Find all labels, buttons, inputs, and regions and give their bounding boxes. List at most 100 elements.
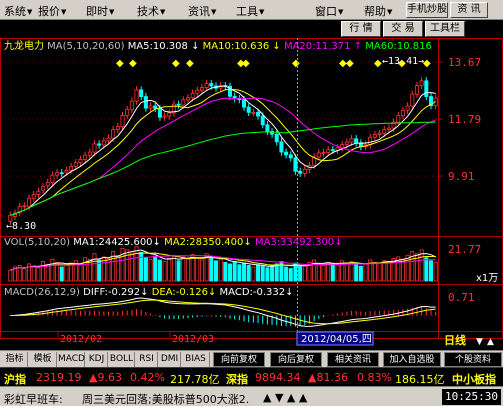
volume-bar [195, 257, 200, 282]
candle-body [349, 138, 354, 143]
volume-bar [92, 253, 97, 282]
candle-body [204, 83, 209, 88]
volume-bar [424, 257, 429, 282]
volume-bar [167, 258, 172, 282]
volume-bar [321, 265, 326, 282]
volume-bar [372, 261, 377, 282]
chevron-down-icon: ▼ [109, 8, 115, 16]
ma-prefix: MA(5,10,20,60) [44, 41, 128, 52]
mobile-trading-button[interactable]: 手机炒股 [406, 2, 448, 18]
min-price-label: ←8.30 [6, 221, 36, 232]
volume-bar [251, 266, 256, 282]
tab-dmi[interactable]: DMI [159, 352, 181, 367]
toolbar: 行 情 交 易 工具栏 [0, 20, 503, 38]
tab-macd[interactable]: MACD [58, 352, 85, 367]
backward-adjust-button[interactable]: 向后复权 [270, 352, 322, 367]
menu-item-3[interactable]: 技术▼ [137, 3, 165, 19]
candle-body [354, 138, 359, 144]
candle-body [209, 83, 214, 87]
menu-item-5[interactable]: 工具▼ [236, 3, 264, 19]
candle-body [87, 151, 92, 156]
news-label: 彩虹早班车: [4, 393, 63, 406]
event-marker-icon: ◆ [129, 58, 137, 69]
candle-body [284, 151, 289, 156]
news-headline[interactable]: 周三美元回落;美股标普500大涨2. [82, 391, 249, 406]
candle-body [302, 168, 307, 174]
volume-bar [8, 269, 13, 282]
ma60-value: MA60:10.816 [365, 41, 432, 52]
volume-bar [176, 260, 181, 282]
candle-body [185, 97, 190, 101]
volume-bar [228, 263, 233, 282]
chevron-down-icon: ▼ [387, 8, 393, 16]
stock-chart[interactable]: 13.67 11.79 9.91 ◆ ◆ ◆ ◆ ◆ ◆ ◆ ◆ ◆ ◆ ◆ ◆ ←13.41→ ←8.30 九龙… [0, 38, 503, 350]
volume-bar [382, 260, 387, 282]
chevron-down-icon: ▼ [27, 8, 33, 16]
candle-body [50, 174, 55, 183]
candle-body [111, 129, 116, 139]
volume-bar [143, 257, 148, 282]
volume-bar [22, 268, 27, 282]
add-watchlist-button[interactable]: 加入自选股 [383, 352, 441, 367]
candle-body [64, 169, 69, 173]
volume-bar [242, 262, 247, 282]
tab-template[interactable]: 模板 [29, 352, 57, 367]
ma5-value: MA5:10.308 [128, 41, 191, 52]
forward-adjust-button[interactable]: 向前复权 [213, 352, 265, 367]
macd-tick-label: 0.71 [448, 291, 475, 304]
related-info-button[interactable]: 相关资讯 [327, 352, 379, 367]
menu-item-6[interactable]: 窗口▼ [315, 3, 343, 19]
info-button[interactable]: 资 讯 [450, 2, 488, 18]
tab-rsi[interactable]: RSI [136, 352, 158, 367]
index-ticker[interactable]: 沪指 2319.19 ▲9.63 0.42% 217.78亿 深指 9894.3… [0, 367, 503, 386]
stock-name: 九龙电力 [4, 39, 44, 52]
quote-button[interactable]: 行 情 [341, 21, 381, 37]
candle-body [344, 141, 349, 145]
news-nav-icons[interactable]: ▲ ▼ ▲ ▲ [263, 391, 307, 404]
candle-body [115, 126, 120, 131]
candle-body [162, 115, 167, 118]
volume-bar [129, 252, 134, 282]
sz-index-percent: 0.83% [357, 371, 392, 384]
candle-body [419, 80, 424, 87]
menu-item-7[interactable]: 帮助▼ [364, 3, 392, 19]
menu-label: 报价 [38, 5, 60, 18]
tab-kdj[interactable]: KDJ [86, 352, 108, 367]
menu-item-1[interactable]: 报价▼ [38, 3, 66, 19]
volume-bar [78, 263, 83, 282]
trade-button[interactable]: 交 易 [383, 21, 423, 37]
stock-info-button[interactable]: 个股资料 [444, 352, 502, 367]
volume-bar [428, 260, 433, 282]
candle-body [31, 194, 36, 199]
menu-item-4[interactable]: 资讯▼ [188, 3, 216, 19]
menu-item-0[interactable]: 系统▼ [4, 3, 32, 19]
volume-bar [36, 267, 41, 282]
candle-body [97, 143, 102, 146]
volume-bar [115, 254, 120, 282]
candle-body [101, 140, 106, 146]
candle-body [316, 152, 321, 158]
macd-diff: DIFF:-0.292↓ [83, 287, 152, 298]
volume-bar [157, 259, 162, 282]
sh-index-change: ▲9.63 [89, 371, 122, 384]
candle-body [41, 186, 46, 191]
menu-item-2[interactable]: 即时▼ [86, 3, 114, 19]
max-price-label: ←13.41→ [382, 56, 424, 67]
chart-canvas[interactable]: 13.6711.799.91◆ ◆ ◆ ◆ ◆◆ ◆ ◆ ◆ ◆ ◆ ◆←13.41→←8.30九龙… [0, 38, 503, 350]
news-bar[interactable]: 彩虹早班车: 周三美元回落;美股标普500大涨2. ▲ ▼ ▲ ▲ 10:25:… [0, 386, 503, 406]
indicator-tab-strip: 指标 模板 MACD KDJ BOLL RSI DMI BIAS 向前复权 向后… [0, 350, 503, 367]
candle-body [125, 108, 130, 116]
tab-boll[interactable]: BOLL [109, 352, 135, 367]
volume-bar [344, 263, 349, 282]
tab-indicator[interactable]: 指标 [2, 352, 28, 367]
candle-body [45, 182, 50, 187]
candle-body [83, 154, 88, 160]
toolbar-toggle-button[interactable]: 工具栏 [425, 21, 465, 37]
volume-bar [279, 261, 284, 282]
volume-bar [185, 258, 190, 282]
tab-bias[interactable]: BIAS [182, 352, 210, 367]
ma60-line [10, 121, 436, 216]
event-marker-icon: ◆ [172, 58, 180, 69]
candle-body [106, 137, 111, 142]
chevron-down-icon: ▼ [338, 8, 344, 16]
